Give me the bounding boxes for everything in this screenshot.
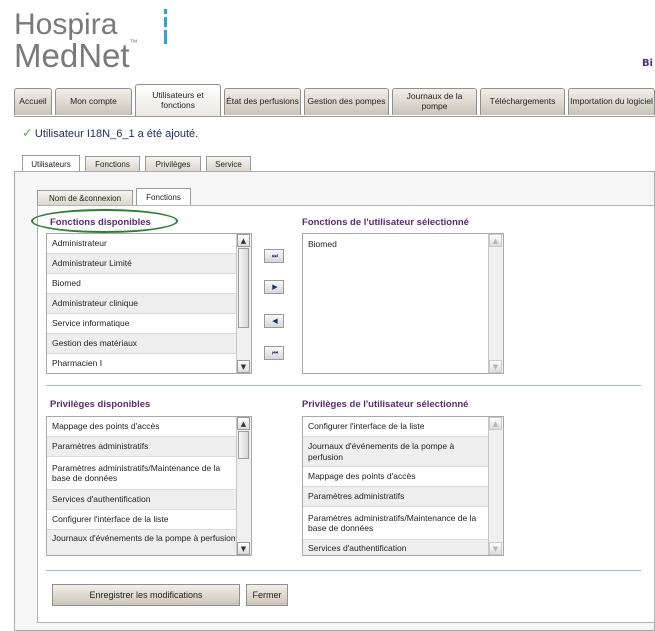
scroll-down-icon[interactable]: ▼ xyxy=(237,360,250,373)
list-item[interactable]: Journaux d'événements de la pompe à perf… xyxy=(303,437,491,467)
success-message: ✓ Utilisateur I18N_6_1 a été ajouté. xyxy=(22,125,198,141)
add-all-button[interactable]: ⏭ xyxy=(264,249,284,263)
subtab-utilisateurs[interactable]: Utilisateurs xyxy=(22,155,80,172)
available-privileges-list[interactable]: Mappage des points d'accès Paramètres ad… xyxy=(46,416,252,556)
logo-mednet-text: MedNet xyxy=(14,37,130,74)
add-button[interactable]: ▶ xyxy=(264,280,284,294)
nav-tab-journaux-pompe[interactable]: Journaux de la pompe xyxy=(392,88,477,115)
logo-line-2: MedNet™ xyxy=(14,37,138,74)
scroll-up-icon[interactable]: ▲ xyxy=(489,417,502,430)
nav-tab-accueil[interactable]: Accueil xyxy=(14,88,52,115)
list-item[interactable]: Services d'authentification xyxy=(47,490,239,510)
subtab-service[interactable]: Service xyxy=(206,156,251,172)
list-item[interactable]: Biomed xyxy=(303,234,491,254)
scroll-down-icon[interactable]: ▼ xyxy=(489,360,502,373)
selected-functions-list[interactable]: Biomed ▲ ▼ xyxy=(302,233,504,374)
available-functions-title: Fonctions disponibles xyxy=(50,217,151,228)
list-item[interactable]: Biomed xyxy=(47,274,239,294)
list-item[interactable]: Administrateur clinique xyxy=(47,294,239,314)
available-functions-list[interactable]: Administrateur Administrateur Limité Bio… xyxy=(46,233,252,374)
selected-functions-title: Fonctions de l'utilisateur sélectionné xyxy=(302,217,469,228)
scrollbar[interactable]: ▲ ▼ xyxy=(488,234,503,373)
list-item[interactable]: Mappage des points d'accès xyxy=(303,467,491,487)
selected-privileges-list[interactable]: Configurer l'interface de la liste Journ… xyxy=(302,416,504,556)
section-divider xyxy=(46,570,641,571)
list-item[interactable]: Service informatique xyxy=(47,314,239,334)
scroll-up-icon[interactable]: ▲ xyxy=(237,234,250,247)
list-item[interactable]: Configurer l'interface de la liste xyxy=(303,417,491,437)
scroll-down-icon[interactable]: ▼ xyxy=(489,542,502,555)
list-item[interactable]: Configurer l'interface de la liste xyxy=(47,510,239,530)
list-item[interactable]: Paramètres administratifs/Maintenance de… xyxy=(47,457,239,490)
nav-tab-utilisateurs-fonctions[interactable]: Utilisateurs et fonctions xyxy=(135,84,221,116)
scrollbar[interactable]: ▲ ▼ xyxy=(488,417,503,555)
scroll-down-icon[interactable]: ▼ xyxy=(237,542,250,555)
inner-tab-nom-connexion[interactable]: Nom de &connexion xyxy=(37,190,133,206)
scroll-up-icon[interactable]: ▲ xyxy=(237,417,250,430)
close-button[interactable]: Fermer xyxy=(246,584,288,606)
scrollbar[interactable]: ▲ ▼ xyxy=(236,234,251,373)
trademark-symbol: ™ xyxy=(129,38,138,47)
selected-privileges-title: Privilèges de l'utilisateur sélectionné xyxy=(302,399,469,410)
logo-line-1: Hospira xyxy=(14,8,118,41)
list-item[interactable]: Paramètres administratifs/Maintenance de… xyxy=(303,507,491,540)
logo-accent-bar-3 xyxy=(164,30,167,44)
remove-all-button[interactable]: ⏮ xyxy=(264,346,284,360)
checkmark-icon: ✓ xyxy=(22,125,33,140)
nav-tab-importation-logiciel[interactable]: Importation du logiciel xyxy=(568,88,655,115)
nav-tab-etat-perfusions[interactable]: État des perfusions xyxy=(224,88,301,115)
list-item[interactable]: Mappage des points d'accès xyxy=(47,417,239,437)
header-corner-text: Bi xyxy=(641,58,653,69)
list-item[interactable]: Administrateur Limité xyxy=(47,254,239,274)
success-message-text: Utilisateur I18N_6_1 a été ajouté. xyxy=(34,128,199,140)
nav-tab-telechargements[interactable]: Téléchargements xyxy=(480,88,565,115)
inner-tab-fonctions[interactable]: Fonctions xyxy=(136,188,191,206)
list-item[interactable]: Administrateur xyxy=(47,234,239,254)
list-item[interactable]: Services d'authentification xyxy=(303,540,491,555)
save-changes-button[interactable]: Enregistrer les modifications xyxy=(52,584,240,606)
logo-accent-bar-1 xyxy=(164,9,167,14)
scroll-thumb[interactable] xyxy=(238,248,249,328)
nav-tab-gestion-pompes[interactable]: Gestion des pompes xyxy=(304,88,389,115)
subtab-privileges[interactable]: Privilèges xyxy=(145,156,201,172)
logo-accent-bar-2 xyxy=(164,17,167,27)
scrollbar[interactable]: ▲ ▼ xyxy=(236,417,251,555)
section-divider xyxy=(46,385,641,386)
list-item[interactable]: Journaux d'événements de la pompe à perf… xyxy=(47,530,239,555)
list-item[interactable]: Paramètres administratifs xyxy=(303,487,491,507)
list-item[interactable]: Gestion des matériaux xyxy=(47,334,239,354)
list-item[interactable]: Pharmacien I xyxy=(47,354,239,373)
subtab-fonctions[interactable]: Fonctions xyxy=(85,156,140,172)
nav-tab-mon-compte[interactable]: Mon compte xyxy=(55,88,132,115)
scroll-up-icon[interactable]: ▲ xyxy=(489,234,502,247)
main-nav: Accueil Mon compte Utilisateurs et fonct… xyxy=(14,84,655,117)
scroll-thumb[interactable] xyxy=(238,431,249,459)
remove-button[interactable]: ◀ xyxy=(264,314,284,328)
list-item[interactable]: Paramètres administratifs xyxy=(47,437,239,457)
available-privileges-title: Privilèges disponibles xyxy=(50,399,151,410)
